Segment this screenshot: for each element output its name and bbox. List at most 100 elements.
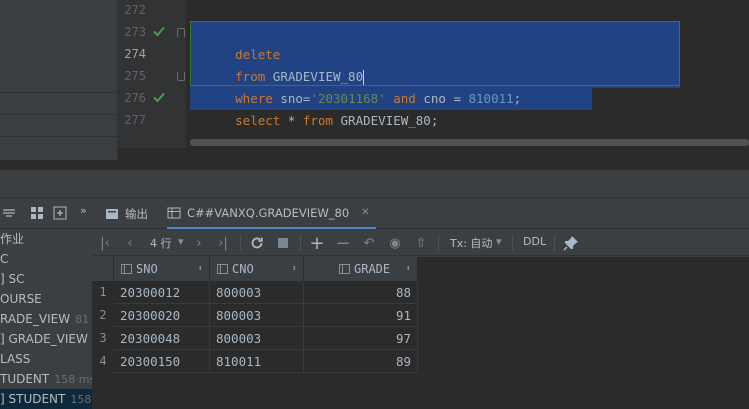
cell-cno[interactable]: 810011: [210, 350, 304, 373]
sql-keyword: from: [302, 113, 333, 128]
gutter-line-274: 274: [118, 44, 186, 66]
row-number: 1: [99, 285, 107, 299]
sort-icon[interactable]: ⬍: [406, 257, 411, 281]
submit-icon[interactable]: ⇧: [412, 234, 430, 252]
code-line-273[interactable]: delete: [190, 22, 280, 62]
column-icon: [121, 264, 132, 274]
transaction-dropdown-icon[interactable]: ▾: [496, 235, 502, 248]
tab-label: C##VANXQ.GRADEVIEW_80: [187, 205, 350, 220]
row-number: 2: [99, 308, 107, 322]
tree-item-label: LASS: [0, 352, 31, 366]
panel-divider[interactable]: [0, 170, 749, 198]
sort-icon[interactable]: ⬍: [198, 257, 203, 281]
result-toolbar: |‹ ‹ 4 行 ▾ › ›| + − ↶ ◉ ⇧ Tx: 自动 ▾ DDL: [92, 229, 749, 256]
results-tab-bar: » 输出 C##VANXQ.GRADEVIEW_80 ✕: [0, 198, 749, 229]
delete-row-icon[interactable]: −: [334, 233, 352, 254]
tree-item[interactable]: ] STUDENT 158: [0, 389, 92, 409]
column-icon: [339, 264, 350, 274]
sql-editor[interactable]: 272 273 274 275 276 277 delete from GRAD…: [0, 0, 749, 170]
tab-output[interactable]: 输出: [105, 198, 148, 229]
tab-label: 输出: [125, 206, 148, 221]
execution-success-check-icon: [153, 92, 165, 103]
line-number: 272: [124, 3, 146, 17]
table-row[interactable]: 3 20300048 800003 97: [92, 327, 418, 350]
view-icon[interactable]: ◉: [386, 234, 404, 252]
tree-item-duration: 158 ms: [54, 373, 92, 386]
tree-item-label: C: [0, 252, 9, 266]
ddl-button[interactable]: DDL: [523, 235, 546, 248]
tree-item-label: OURSE: [0, 292, 42, 306]
previous-page-icon[interactable]: ‹: [121, 234, 139, 252]
cell-sno[interactable]: 20300048: [114, 327, 210, 350]
result-grid[interactable]: SNO ⬍ CNO ⬍ GRADE ⬍ 1 20300012 800003 88…: [92, 257, 749, 409]
pin-icon[interactable]: [562, 234, 580, 252]
cell-grade[interactable]: 88: [304, 281, 418, 304]
tree-item[interactable]: RADE_VIEW 81 r: [0, 309, 92, 329]
cell-cno[interactable]: 800003: [210, 327, 304, 350]
table-row[interactable]: 4 20300150 810011 89: [92, 350, 418, 373]
code-line-275[interactable]: where sno='20301168' and cno = 810011;: [190, 66, 521, 106]
transaction-mode-label[interactable]: Tx: 自动: [450, 235, 492, 251]
revert-icon[interactable]: ↶: [360, 234, 378, 252]
tree-item-label: 作业: [0, 232, 25, 246]
cell-grade[interactable]: 89: [304, 350, 418, 373]
tree-item[interactable]: ] SC: [0, 269, 25, 289]
services-tree: 作业 C ] SC OURSE RADE_VIEW 81 r ] GRADE_VI…: [0, 229, 92, 409]
code-line-274[interactable]: from GRADEVIEW_80: [190, 44, 365, 85]
sql-operator: ;: [430, 113, 439, 128]
gutter-line-275: 275: [118, 66, 186, 88]
column-header-sno[interactable]: SNO ⬍: [114, 257, 210, 281]
tree-item[interactable]: C: [0, 249, 8, 269]
stop-icon[interactable]: [274, 234, 292, 252]
horizontal-scrollbar[interactable]: [190, 139, 749, 146]
line-number: 274: [124, 47, 146, 61]
tree-item[interactable]: ] GRADE_VIEW8: [0, 329, 92, 349]
first-page-icon[interactable]: |‹: [96, 234, 114, 252]
collapse-all-icon[interactable]: [2, 206, 16, 220]
column-header-cno[interactable]: CNO ⬍: [210, 257, 304, 281]
more-tabs-chevron-icon[interactable]: »: [80, 204, 94, 218]
table-row[interactable]: 2 20300020 800003 91: [92, 304, 418, 327]
fold-marker-icon[interactable]: [177, 28, 185, 37]
column-icon: [217, 264, 228, 274]
line-gutter: 272 273 274 275 276 277: [118, 0, 186, 148]
sql-identifier: GRADEVIEW_80: [333, 113, 431, 128]
sql-number: 810011: [460, 91, 514, 106]
close-tab-icon[interactable]: ✕: [361, 207, 369, 218]
sql-keyword: select: [235, 113, 281, 128]
column-header-grade[interactable]: GRADE ⬍: [304, 257, 418, 281]
line-number: 273: [124, 25, 146, 39]
tree-item[interactable]: TUDENT 158 ms: [0, 369, 92, 389]
cell-cno[interactable]: 800003: [210, 281, 304, 304]
cell-sno[interactable]: 20300150: [114, 350, 210, 373]
line-number: 276: [124, 91, 146, 105]
cell-sno[interactable]: 20300012: [114, 281, 210, 304]
tree-item[interactable]: LASS: [0, 349, 30, 369]
sort-icon[interactable]: ⬍: [292, 257, 297, 281]
cell-sno[interactable]: 20300020: [114, 304, 210, 327]
sql-operator: *: [280, 113, 303, 128]
cell-grade[interactable]: 91: [304, 304, 418, 327]
next-page-icon[interactable]: ›: [190, 234, 208, 252]
add-service-icon[interactable]: [53, 206, 67, 220]
code-area[interactable]: delete from GRADEVIEW_80 where sno='2030…: [186, 0, 749, 148]
fold-marker-icon[interactable]: [177, 72, 185, 81]
tab-gradeview-result[interactable]: C##VANXQ.GRADEVIEW_80 ✕: [167, 198, 376, 229]
group-by-icon[interactable]: [30, 206, 44, 220]
row-count-label[interactable]: 4 行: [150, 235, 172, 251]
gutter-line-277: 277: [118, 110, 186, 132]
tree-item[interactable]: 作业: [0, 229, 24, 249]
tree-item[interactable]: OURSE: [0, 289, 42, 309]
output-icon: [106, 208, 118, 219]
grid-header: SNO ⬍ CNO ⬍ GRADE ⬍: [92, 257, 418, 281]
add-row-icon[interactable]: +: [308, 233, 326, 254]
tree-item-label: ] SC: [0, 272, 25, 286]
cell-grade[interactable]: 97: [304, 327, 418, 350]
cell-cno[interactable]: 800003: [210, 304, 304, 327]
table-row[interactable]: 1 20300012 800003 88: [92, 281, 418, 304]
refresh-icon[interactable]: [248, 234, 266, 252]
line-number: 277: [124, 113, 146, 127]
code-line-276[interactable]: select * from GRADEVIEW_80;: [190, 88, 438, 128]
row-count-dropdown-icon[interactable]: ▾: [178, 235, 184, 248]
last-page-icon[interactable]: ›|: [214, 234, 232, 252]
